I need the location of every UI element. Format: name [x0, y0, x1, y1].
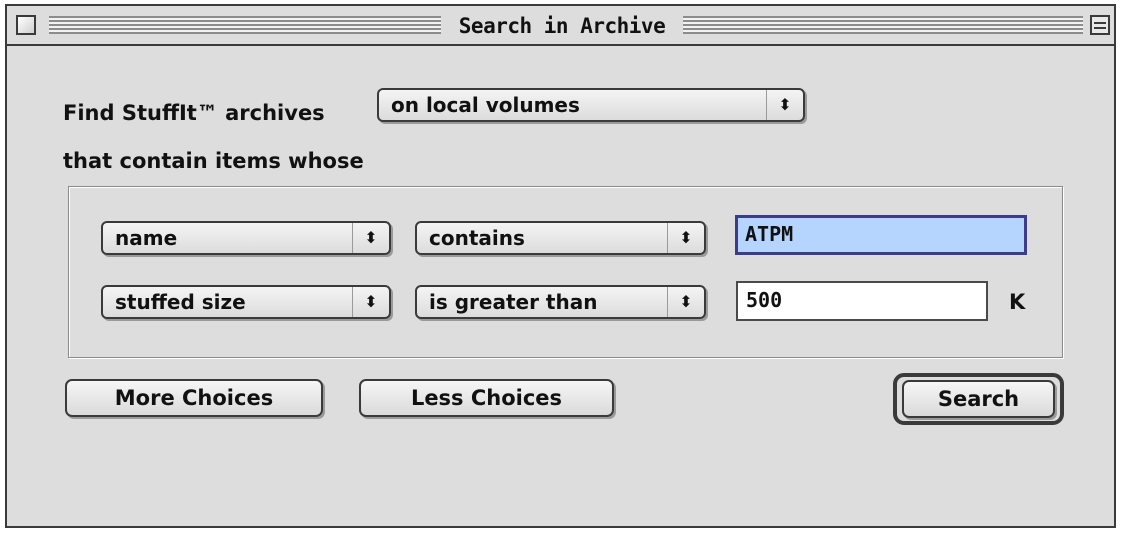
popup-arrows-icon: ⬍	[667, 287, 704, 317]
search-archive-window: Search in Archive Find StuffIt™ archives…	[5, 4, 1116, 528]
criteria-group: name ⬍ contains ⬍ ATPM stuffed size ⬍ is…	[68, 186, 1063, 358]
criteria-value-field-1[interactable]: ATPM	[735, 215, 1027, 255]
criteria-value-field-2[interactable]: 500	[736, 281, 988, 321]
less-choices-button[interactable]: Less Choices	[359, 379, 614, 417]
collapse-box-icon[interactable]	[1090, 15, 1110, 35]
criteria-operator-value: contains	[429, 226, 525, 250]
search-button[interactable]: Search	[902, 380, 1055, 418]
criteria-attribute-value: name	[115, 226, 178, 250]
criteria-attribute-value: stuffed size	[115, 290, 246, 314]
find-suffix-label: that contain items whose	[63, 149, 364, 173]
title-bar-stripes-left	[49, 16, 441, 34]
popup-arrows-icon: ⬍	[766, 90, 803, 120]
criteria-operator-value: is greater than	[429, 290, 598, 314]
criteria-attribute-popup-1[interactable]: name ⬍	[101, 221, 391, 255]
close-box-icon[interactable]	[16, 15, 36, 35]
location-popup[interactable]: on local volumes ⬍	[377, 88, 805, 122]
location-popup-value: on local volumes	[391, 93, 580, 117]
title-bar-stripes-right	[683, 16, 1083, 34]
criteria-operator-popup-2[interactable]: is greater than ⬍	[415, 285, 706, 319]
title-bar[interactable]: Search in Archive	[7, 6, 1114, 46]
find-prefix-label: Find StuffIt™ archives	[63, 101, 325, 125]
more-choices-button[interactable]: More Choices	[65, 379, 323, 417]
popup-arrows-icon: ⬍	[352, 287, 389, 317]
window-title: Search in Archive	[458, 14, 666, 38]
popup-arrows-icon: ⬍	[667, 223, 704, 253]
popup-arrows-icon: ⬍	[352, 223, 389, 253]
criteria-unit-label: K	[1009, 290, 1026, 314]
criteria-operator-popup-1[interactable]: contains ⬍	[415, 221, 706, 255]
criteria-attribute-popup-2[interactable]: stuffed size ⬍	[101, 285, 391, 319]
